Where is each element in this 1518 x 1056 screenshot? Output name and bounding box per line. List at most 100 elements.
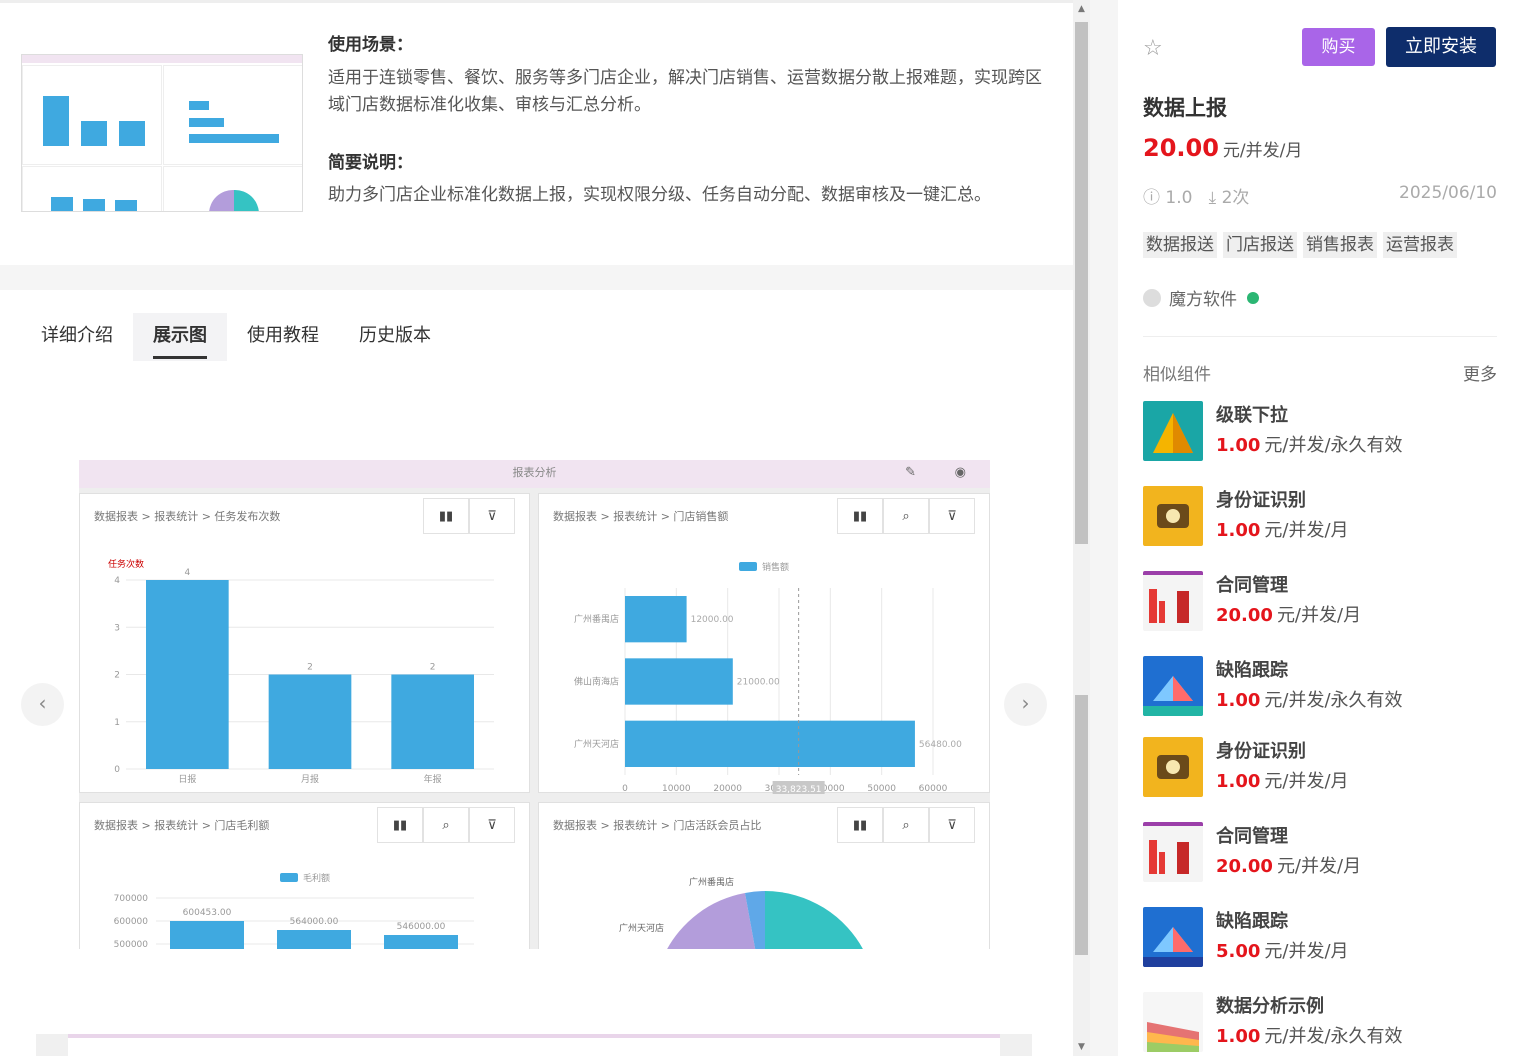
x-tick-label: 60000 [919,784,948,794]
tag[interactable]: 门店报送 [1223,232,1297,258]
similar-item[interactable]: 合同管理 20.00 元/并发/月 [1143,571,1497,633]
similar-item[interactable]: 身份证识别 1.00 元/并发/月 [1143,486,1497,548]
y-tick-label: 500000 [114,940,149,949]
product-title: 数据上报 [1143,96,1227,120]
bug-tracking-icon [1143,907,1203,967]
id-card-icon [1143,737,1203,797]
price-unit: 元/并发/月 [1276,856,1362,877]
price-unit: 元/并发/月 [1276,605,1362,626]
tag[interactable]: 数据报送 [1143,232,1217,258]
y-tick-label: 2 [114,671,120,681]
scrollbar[interactable]: ▲ ▼ [1073,0,1090,1056]
y-tick-label: 0 [114,765,120,775]
y-tick-label: 700000 [114,894,149,904]
contract-icon [1143,822,1203,882]
tag-list: 数据报送 门店报送 销售报表 运营报表 [1143,232,1457,258]
buy-button[interactable]: 购买 [1302,28,1375,66]
legend-swatch [280,873,298,882]
author-name: 魔方软件 [1169,290,1237,310]
data-label: 546000.00 [397,922,446,932]
price-value: 20.00 [1216,605,1273,626]
y-tick-label: 4 [114,576,120,586]
similar-item-price: 1.00 元/并发/永久有效 [1216,431,1403,457]
bar [391,674,474,769]
x-tick-label: 10000 [662,784,691,794]
x-tick-label: 月报 [301,773,319,785]
tag[interactable]: 销售报表 [1303,232,1377,258]
data-label: 21000.00 [737,678,780,688]
price-value: 1.00 [1216,690,1261,711]
brief-text: 助力多门店企业标准化数据上报，实现权限分级、任务自动分配、数据审核及一键汇总。 [328,185,991,205]
similar-item-price: 1.00 元/并发/永久有效 [1216,686,1403,712]
divider [1143,336,1497,337]
panel-store-sales: 数据报表 > 报表统计 > 门店销售额 ▮▮ ⌕ ⊽ 销售额 0 10000 2000… [538,493,990,794]
legend-label: 毛利额 [303,872,330,884]
data-label: 12000.00 [691,615,734,625]
tag[interactable]: 运营报表 [1383,232,1457,258]
similar-item-name: 缺陷跟踪 [1216,660,1288,681]
panel-task-count: 数据报表 > 报表统计 > 任务发布次数 ▮▮ ⊽ 任务次数 4 3 2 1 0 4 日报 2 月… [79,493,530,793]
brief-label: 简要说明： [328,153,413,173]
pie-label: 广州天河店 [619,922,664,934]
version-value: 1.0 [1165,188,1193,208]
similar-item[interactable]: 缺陷跟踪 5.00 元/并发/月 [1143,907,1497,969]
similar-item-name: 级联下拉 [1216,405,1288,426]
product-thumbnail[interactable] [21,54,303,212]
showcase-header-title: 报表分析 [512,466,557,479]
price-unit: 元/并发/月 [1264,520,1349,541]
download-icon: ⤓ [1208,188,1217,208]
similar-item[interactable]: 数据分析示例 1.00 元/并发/永久有效 [1143,992,1497,1054]
price-value: 1.00 [1216,1026,1261,1047]
bar [384,935,458,949]
data-label: 564000.00 [290,917,339,927]
eye-icon: ◉ [954,465,966,480]
y-axis-label: 任务次数 [108,558,144,570]
similar-item-name: 数据分析示例 [1216,996,1324,1017]
bar [277,930,351,949]
author[interactable]: 魔方软件 [1143,285,1259,310]
scrollbar-thumb[interactable] [1075,22,1088,544]
scroll-up-icon[interactable]: ▲ [1073,4,1090,14]
prev-image-button[interactable]: ‹ [21,683,64,726]
more-link[interactable]: 更多 [1463,360,1497,385]
similar-item-price: 5.00 元/并发/月 [1216,937,1349,963]
similar-item[interactable]: 身份证识别 1.00 元/并发/月 [1143,737,1497,799]
showcase-image: 报表分析 ✎ ◉ 数据报表 > 报表统计 > 任务发布次数 ▮▮ ⊽ 任务次数 4… [79,460,990,949]
similar-item-price: 1.00 元/并发/月 [1216,767,1349,793]
data-label: 2 [430,663,436,673]
y-tick-label: 600000 [114,917,149,927]
similar-item[interactable]: 级联下拉 1.00 元/并发/永久有效 [1143,401,1497,463]
similar-item-price: 1.00 元/并发/月 [1216,516,1349,542]
product-sidebar: ☆ 购买 立即安装 数据上报 20.00 元/并发/月 ⓘ 1.0 ⤓ 2次 20… [1118,0,1518,1056]
scroll-down-icon[interactable]: ▼ [1073,1042,1090,1052]
legend-label: 销售额 [762,561,789,573]
price-value: 1.00 [1216,435,1261,456]
scrollbar-thumb-secondary[interactable] [1075,695,1088,955]
next-image-button[interactable]: › [1004,683,1047,726]
price-value: 5.00 [1216,941,1261,962]
tab-details[interactable]: 详细介绍 [21,313,133,361]
similar-item[interactable]: 缺陷跟踪 1.00 元/并发/永久有效 [1143,656,1497,718]
favorite-star-icon[interactable]: ☆ [1143,36,1163,61]
column-gap [1090,0,1118,1056]
similar-item-name: 身份证识别 [1216,490,1306,511]
showcase-header: 报表分析 ✎ ◉ [79,460,990,488]
section-separator [0,265,1073,290]
pie-slice [765,891,863,949]
x-tick-label: 50000 [867,784,896,794]
price-unit: 元/并发/月 [1222,141,1303,161]
similar-item[interactable]: 合同管理 20.00 元/并发/月 [1143,822,1497,884]
tab-history[interactable]: 历史版本 [339,313,451,361]
version-icon: ⓘ [1143,188,1160,208]
bar [146,580,229,769]
scene-label: 使用场景： [328,35,413,55]
install-button[interactable]: 立即安装 [1386,27,1496,67]
similar-item-price: 20.00 元/并发/月 [1216,601,1361,627]
x-tick-label: 20000 [713,784,742,794]
store-sales-chart: 销售额0100002000030000400005000060000广州番禺店1… [574,561,962,794]
thumbnail-strip-images[interactable] [68,1034,1000,1056]
verified-icon [1247,291,1259,304]
pie-label: 广州番禺店 [689,876,734,888]
tab-showcase[interactable]: 展示图 [133,313,227,361]
tab-tutorial[interactable]: 使用教程 [227,313,339,361]
